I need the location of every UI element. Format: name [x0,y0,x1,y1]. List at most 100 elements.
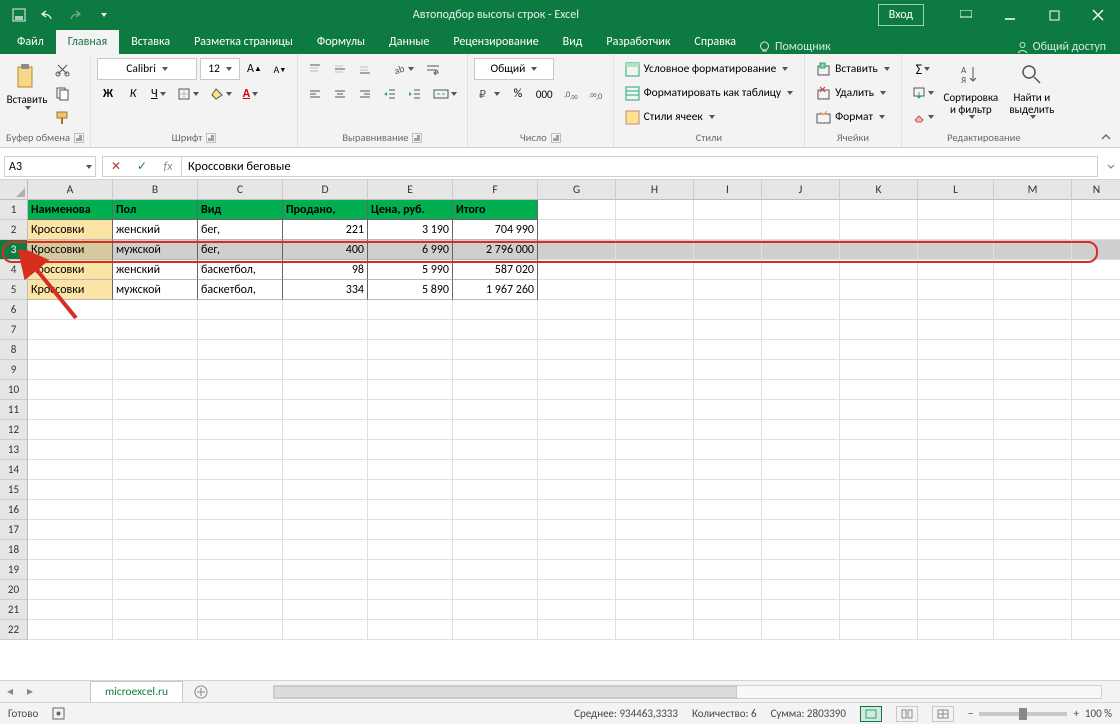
cell[interactable]: мужской [113,280,198,300]
cell[interactable] [453,600,538,620]
header-cell[interactable]: Итого [453,200,538,220]
cell[interactable]: Кроссовки [28,280,113,300]
cell[interactable] [840,380,918,400]
cell[interactable] [994,400,1072,420]
cell[interactable] [28,380,113,400]
cell[interactable]: 587 020 [453,260,538,280]
cell[interactable] [762,260,840,280]
cell[interactable] [198,520,283,540]
align-top-button[interactable] [304,58,326,80]
cell[interactable] [538,460,616,480]
cell[interactable] [453,320,538,340]
cell[interactable] [113,460,198,480]
row-header[interactable]: 6 [0,300,28,320]
cell[interactable]: баскетбол, [198,280,283,300]
cell[interactable] [840,440,918,460]
cell[interactable] [1072,440,1120,460]
cell[interactable] [283,540,368,560]
cell[interactable] [616,460,694,480]
row-header[interactable]: 18 [0,540,28,560]
cell[interactable] [616,620,694,640]
cell[interactable] [616,500,694,520]
cell[interactable] [918,600,994,620]
number-format-select[interactable]: Общий [474,58,554,80]
share-button[interactable]: Общий доступ [1002,40,1120,54]
decrease-font-button[interactable]: A▼ [269,58,291,80]
insert-function-button[interactable]: fx [155,157,181,176]
cell[interactable] [453,580,538,600]
row-header[interactable]: 13 [0,440,28,460]
cell[interactable] [694,360,762,380]
macro-record-icon[interactable] [52,707,65,720]
cell[interactable] [538,200,616,220]
cell[interactable] [113,480,198,500]
cell[interactable] [28,580,113,600]
cell[interactable] [283,340,368,360]
italic-button[interactable]: К [122,83,144,105]
row-header[interactable]: 3 [0,240,28,260]
column-header[interactable]: K [840,180,918,200]
cell[interactable] [762,280,840,300]
zoom-in-button[interactable]: + [1073,707,1078,720]
cell[interactable] [538,620,616,640]
cell[interactable] [840,620,918,640]
cell[interactable] [368,340,453,360]
cell[interactable] [840,280,918,300]
column-header[interactable]: B [113,180,198,200]
cell[interactable] [453,300,538,320]
cell[interactable] [694,440,762,460]
cell[interactable] [453,500,538,520]
row-header[interactable]: 9 [0,360,28,380]
tab-help[interactable]: Справка [682,30,748,54]
cell[interactable] [1072,600,1120,620]
formula-input[interactable]: Кроссовки беговые [181,156,1098,177]
cell[interactable] [994,580,1072,600]
cell[interactable] [918,440,994,460]
cell[interactable] [113,560,198,580]
cut-button[interactable] [51,58,74,80]
cell[interactable] [283,400,368,420]
cell[interactable] [1072,320,1120,340]
cell[interactable] [616,300,694,320]
row-header[interactable]: 2 [0,220,28,240]
cell[interactable] [616,340,694,360]
cell[interactable] [840,520,918,540]
cell[interactable] [762,480,840,500]
select-all-button[interactable] [0,180,28,200]
cell[interactable] [113,360,198,380]
cell[interactable] [283,620,368,640]
cell[interactable] [113,320,198,340]
cell[interactable] [694,260,762,280]
cell[interactable]: 334 [283,280,368,300]
undo-icon[interactable] [36,4,58,26]
sheet-nav-next[interactable]: ▸ [20,684,40,699]
font-color-button[interactable]: А [239,83,262,105]
cell[interactable] [538,580,616,600]
cell[interactable] [28,340,113,360]
cell[interactable] [368,580,453,600]
cell[interactable] [694,580,762,600]
cell[interactable]: Кроссовки [28,240,113,260]
cell[interactable] [368,440,453,460]
cell[interactable] [918,200,994,220]
cell[interactable] [616,400,694,420]
row-header[interactable]: 12 [0,420,28,440]
normal-view-button[interactable] [860,706,882,722]
cell[interactable] [694,520,762,540]
cell[interactable]: Кроссовки [28,260,113,280]
cell[interactable] [113,340,198,360]
cell[interactable] [368,420,453,440]
wrap-text-button[interactable] [421,58,445,80]
cell[interactable]: 704 990 [453,220,538,240]
cell[interactable] [994,420,1072,440]
cell[interactable] [198,300,283,320]
cell[interactable] [762,360,840,380]
cell[interactable] [538,320,616,340]
cell[interactable] [28,620,113,640]
cell[interactable] [1072,500,1120,520]
cell[interactable] [28,600,113,620]
cell[interactable] [453,420,538,440]
cancel-formula-button[interactable]: ✕ [103,157,129,176]
cell[interactable] [840,540,918,560]
cell[interactable] [1072,420,1120,440]
